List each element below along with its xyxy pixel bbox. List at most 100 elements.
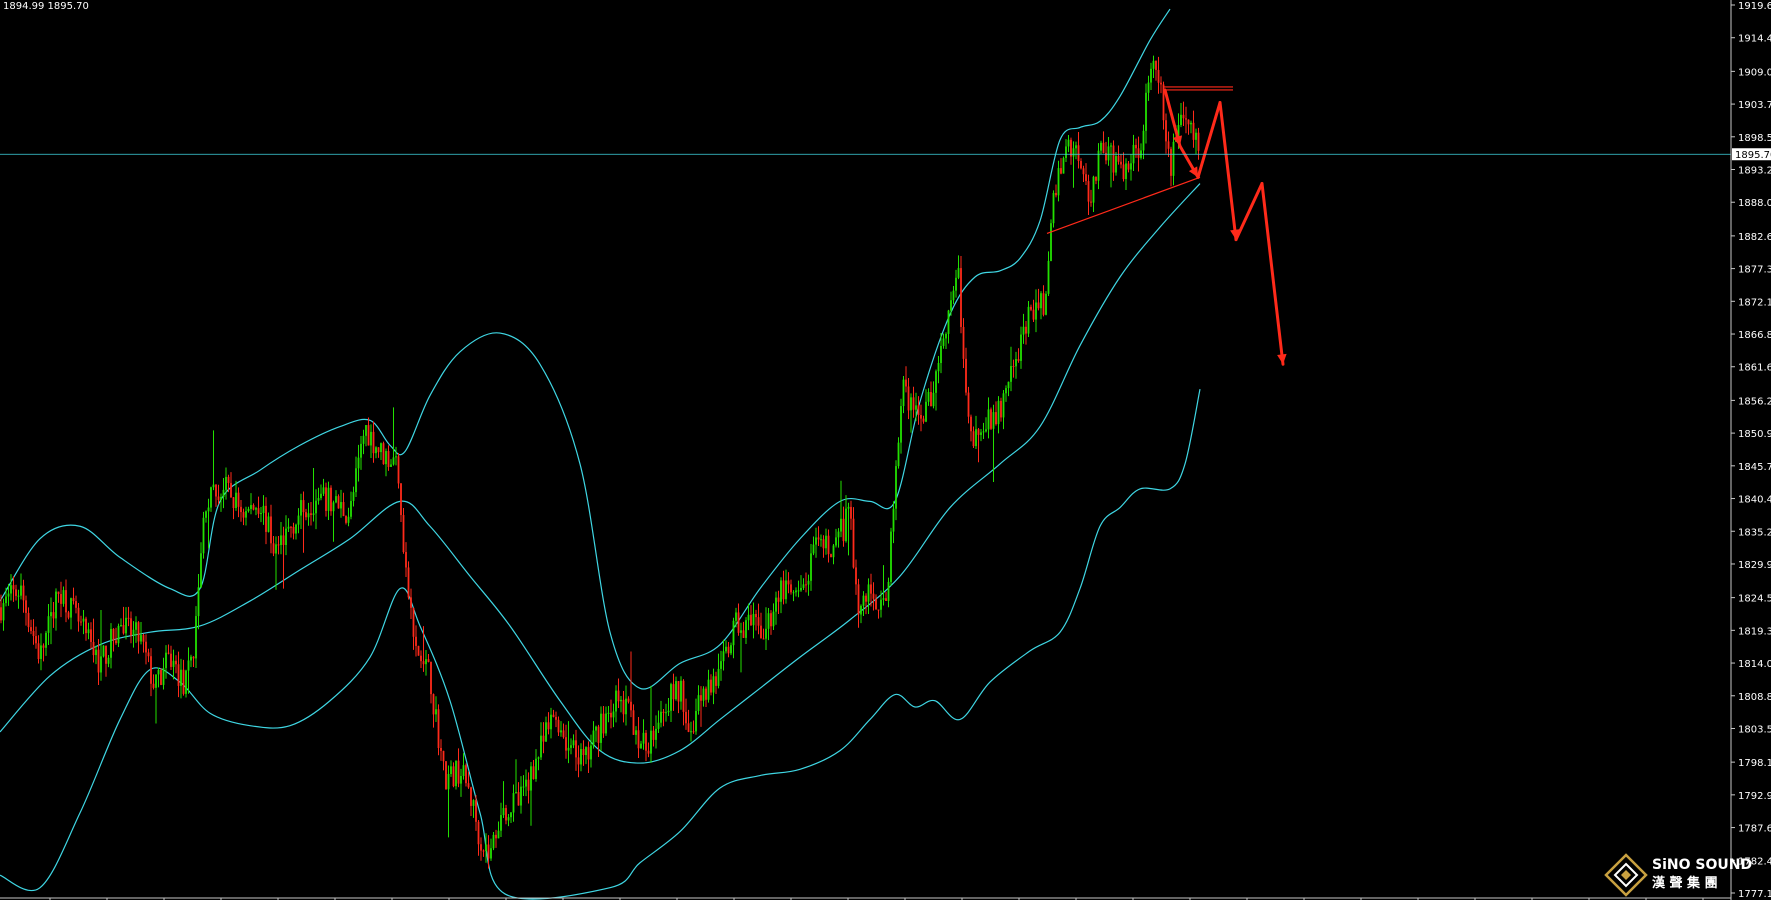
candle-body <box>37 643 40 659</box>
candle-body <box>460 775 462 784</box>
candle-body <box>520 786 522 806</box>
candle-body <box>375 447 377 454</box>
candle-body <box>235 492 237 509</box>
candle-body <box>85 618 87 634</box>
candle-body <box>737 612 740 633</box>
candle-body <box>15 589 17 596</box>
candle-body <box>122 625 125 634</box>
candle-body <box>752 614 755 626</box>
candle-body <box>682 680 685 712</box>
candle-body <box>1097 150 1100 181</box>
candle-body <box>775 597 777 612</box>
candle-body <box>1137 148 1140 158</box>
candle-body <box>10 585 12 594</box>
candle-body <box>270 516 272 544</box>
candle-body <box>2 603 5 621</box>
candle-body <box>507 817 510 821</box>
candle-body <box>70 598 72 618</box>
candle-body <box>47 616 50 633</box>
candle-body <box>395 456 397 458</box>
candle-body <box>427 659 430 662</box>
candle-body <box>125 617 127 634</box>
y-tick-label: 1819.30 <box>1738 626 1771 637</box>
candle-body <box>702 688 705 701</box>
candle-body <box>1195 132 1197 140</box>
candle-body <box>282 535 285 545</box>
candle-body <box>500 815 502 831</box>
logo-name: SiNO SOUND <box>1652 857 1752 873</box>
candle-body <box>565 737 567 751</box>
candle-body <box>117 625 120 644</box>
candle-body <box>1170 148 1172 176</box>
candle-body <box>750 614 752 626</box>
candle-body <box>947 310 950 334</box>
candle-body <box>1040 293 1042 309</box>
candle-body <box>32 630 35 637</box>
candle-body <box>610 712 612 718</box>
candle-body <box>315 500 317 514</box>
candle-body <box>272 543 275 554</box>
candle-body <box>897 442 900 467</box>
candle-body <box>187 660 190 671</box>
candle-body <box>287 526 290 529</box>
candle-body <box>655 728 657 740</box>
candle-body <box>345 516 347 523</box>
candle-body <box>467 783 470 788</box>
candle-body <box>137 622 140 642</box>
candle-body <box>770 613 772 627</box>
candle-body <box>990 409 992 429</box>
candle-body <box>157 669 160 675</box>
candle-body <box>195 616 197 659</box>
candle-body <box>390 464 392 467</box>
candle-body <box>807 580 810 585</box>
candle-body <box>927 391 930 402</box>
candle-body <box>872 593 875 599</box>
candle-body <box>1117 156 1120 162</box>
candle-body <box>712 676 715 693</box>
candle-body <box>670 684 672 711</box>
candle-body <box>92 641 95 656</box>
candle-body <box>80 621 82 623</box>
candle-body <box>1125 163 1127 180</box>
candle-body <box>882 598 885 600</box>
candle-body <box>442 750 445 762</box>
candle-body <box>147 652 150 657</box>
candle-body <box>492 834 495 849</box>
y-tick-label: 1808.80 <box>1738 692 1771 703</box>
candle-body <box>1010 366 1012 382</box>
candle-body <box>755 614 757 618</box>
candle-body <box>292 526 295 534</box>
candle-body <box>657 722 660 729</box>
y-tick-label: 1835.20 <box>1738 527 1771 538</box>
candle-body <box>902 379 905 407</box>
candle-body <box>952 290 955 301</box>
candle-body <box>1050 223 1052 261</box>
candle-body <box>445 761 447 790</box>
candle-body <box>1120 161 1122 165</box>
candle-body <box>582 749 585 756</box>
candle-body <box>72 598 75 602</box>
candle-body <box>875 598 877 610</box>
candle-body <box>1042 293 1045 315</box>
candle-body <box>295 524 297 534</box>
y-tick-label: 1814.05 <box>1738 659 1771 670</box>
candle-body <box>397 456 400 484</box>
candle-body <box>285 528 287 545</box>
candle-body <box>905 379 907 387</box>
candle-body <box>1100 142 1102 151</box>
y-tick-label: 1898.50 <box>1738 133 1771 144</box>
candle-body <box>855 567 857 585</box>
candle-body <box>1020 334 1022 361</box>
candle-body <box>1045 293 1047 315</box>
candle-body <box>820 539 822 541</box>
candle-body <box>82 618 85 622</box>
candle-body <box>800 587 802 591</box>
candle-body <box>435 709 437 715</box>
candle-body <box>635 730 637 735</box>
candle-body <box>1185 118 1187 120</box>
candle-body <box>1085 174 1087 182</box>
candle-body <box>367 425 370 446</box>
logo-subtitle: 漢 聲 集 團 <box>1652 875 1718 891</box>
candle-body <box>405 552 407 568</box>
candle-body <box>777 597 780 602</box>
